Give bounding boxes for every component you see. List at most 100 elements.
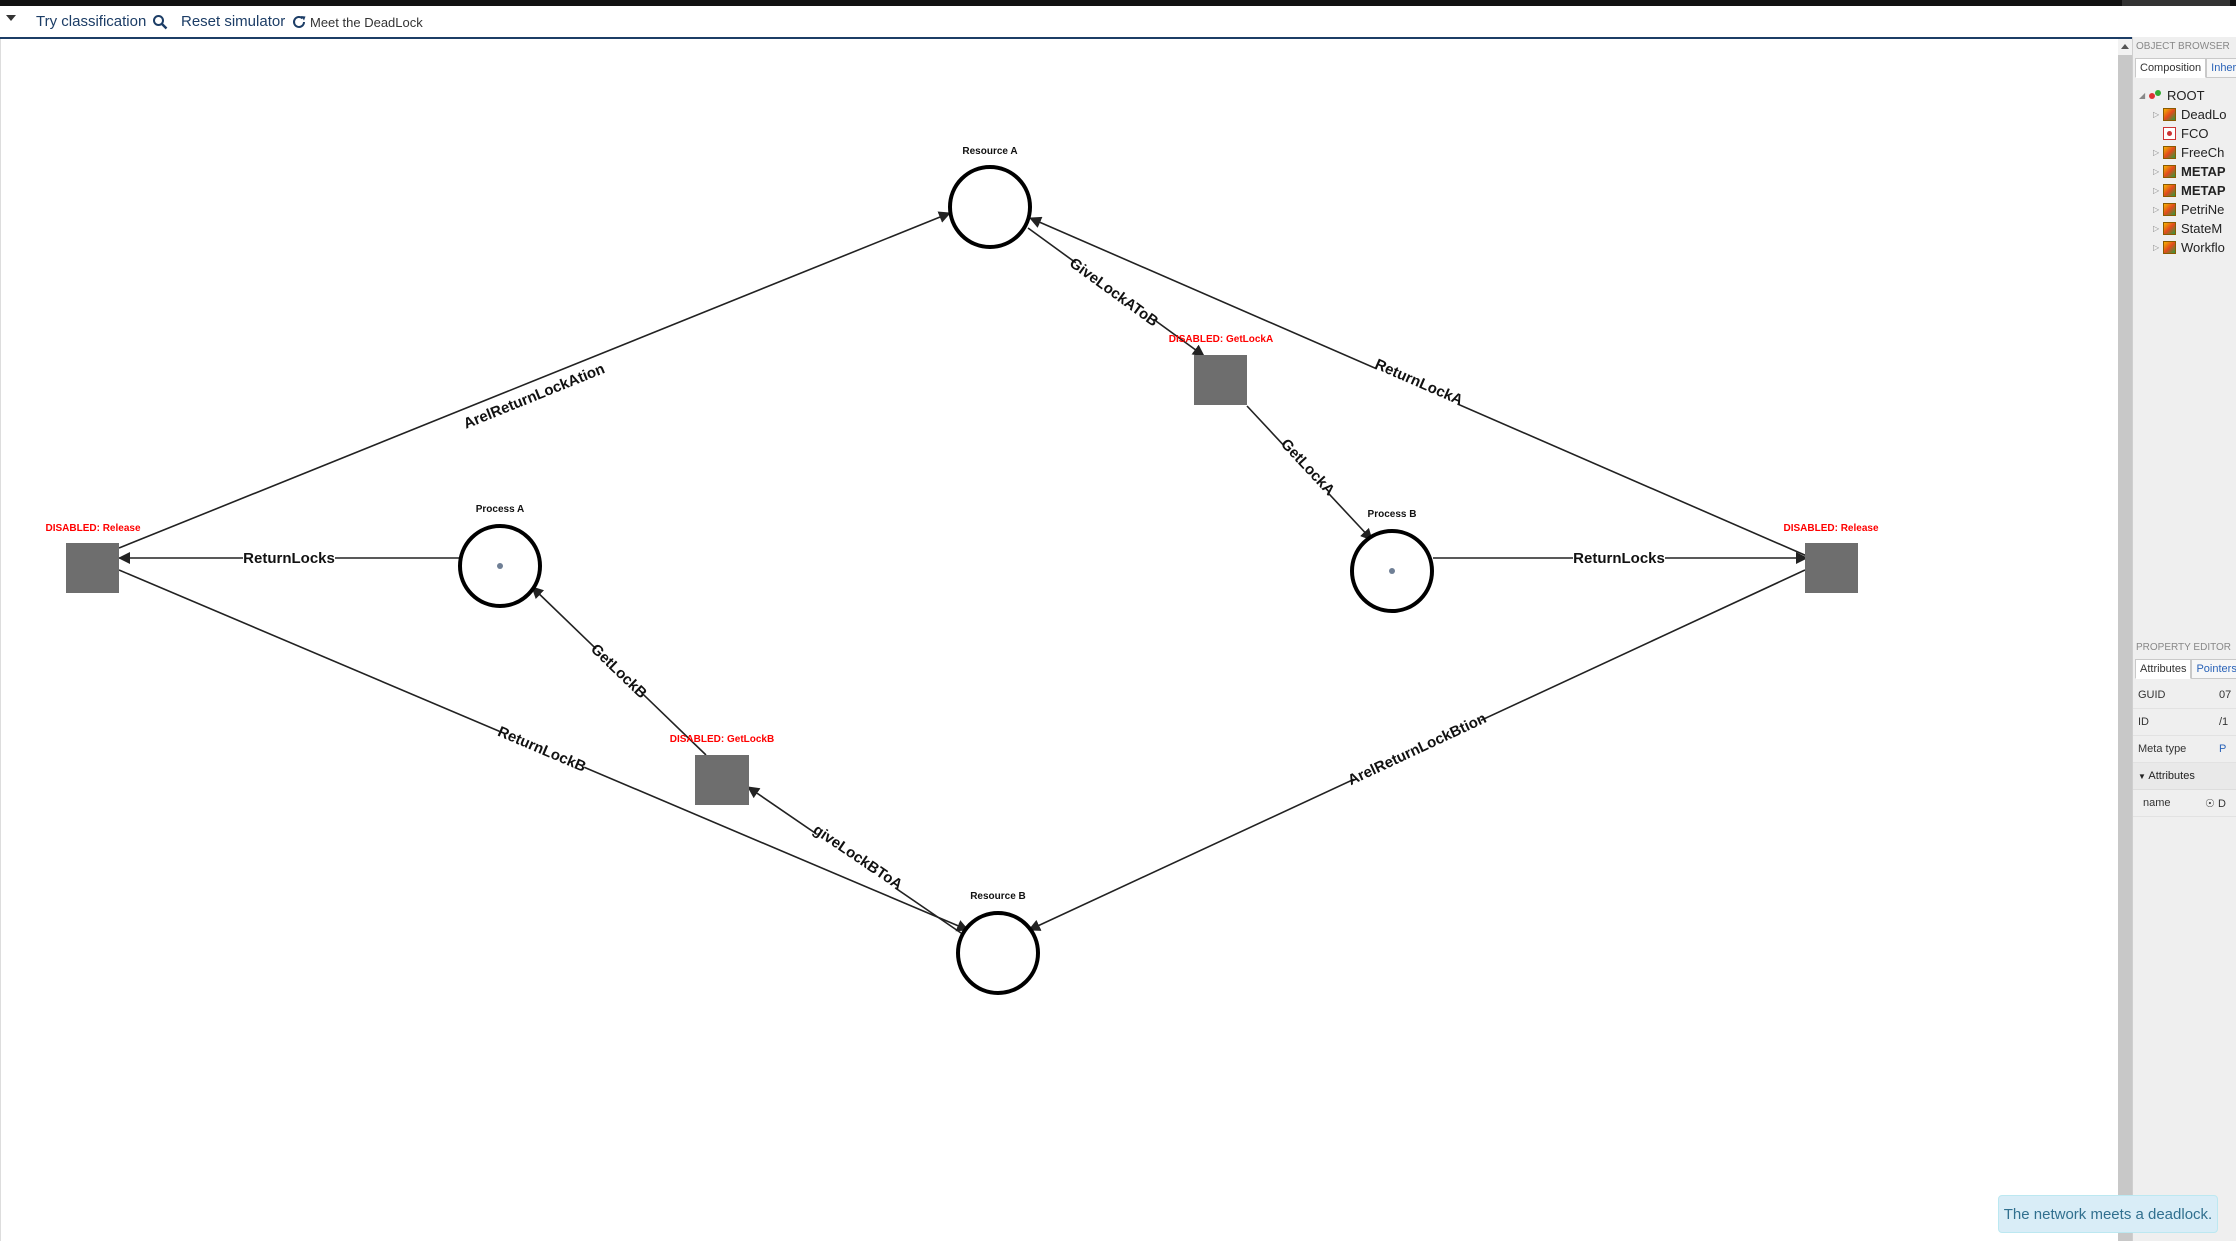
attributes-group-label: Attributes [2148,770,2195,782]
property-value: /1 [2219,716,2229,728]
tree-item[interactable]: ▷ FreeCh [2139,143,2236,162]
transition-release-right[interactable] [1805,543,1858,593]
place-label: Resource B [970,891,1026,902]
attributes-group[interactable]: ▼ Attributes [2133,763,2236,790]
transition-label: DISABLED: Release [1783,523,1878,534]
try-classification-button[interactable]: Try classification [36,13,168,30]
model-icon [2163,241,2176,254]
place-resource-a[interactable] [948,165,1032,249]
fco-icon [2163,127,2176,140]
root-icon [2149,89,2162,102]
chevron-down-icon: ▼ [2138,772,2146,781]
property-row-guid: GUID 07 [2133,682,2236,709]
transition-get-lock-b[interactable] [695,755,749,805]
expand-icon[interactable]: ▷ [2153,186,2163,195]
object-browser-title: OBJECT BROWSER [2136,41,2230,52]
tree-item[interactable]: ▷ PetriNe [2139,200,2236,219]
tree-item[interactable]: FCO [2139,124,2236,143]
tab-composition[interactable]: Composition [2135,58,2207,78]
tree-item-label: StateM [2181,221,2223,236]
model-title: Meet the DeadLock [310,15,423,30]
token-dot [1389,568,1395,574]
target-icon[interactable]: ☉ [2205,798,2215,810]
transition-release-left[interactable] [66,543,119,593]
tree-item-label: METAP [2181,164,2226,179]
petri-net-canvas[interactable]: ArelReturnLockAtion GiveLockAToB ReturnL… [0,39,2119,1241]
property-key: Meta type [2138,743,2187,755]
deadlock-notification[interactable]: The network meets a deadlock. [1998,1195,2218,1233]
expand-icon[interactable]: ▷ [2153,167,2163,176]
place-label: Process A [476,504,525,515]
place-label: Process B [1368,509,1417,520]
property-key: ID [2138,716,2149,728]
arc-label: GetLockA [1277,436,1338,500]
petri-net-diagram: ArelReturnLockAtion GiveLockAToB ReturnL… [45,146,1879,995]
tab-inheritance[interactable]: Inher [2206,58,2236,78]
property-row-name: name ☉ D [2133,790,2236,817]
tree-item-label: FreeCh [2181,145,2225,160]
transition-label: DISABLED: GetLockA [1169,334,1273,345]
property-value: 07 [2219,689,2232,701]
tree-item[interactable]: ▷ DeadLo [2139,105,2236,124]
arc-label: GiveLockAToB [1066,255,1161,331]
arc-label: ArelReturnLockAtion [461,360,607,432]
tree-item[interactable]: ▷ Workflo [2139,238,2236,257]
tree-item[interactable]: ▷ METAP [2139,181,2236,200]
expand-icon[interactable]: ▷ [2153,205,2163,214]
chevron-down-icon[interactable] [6,15,16,21]
object-browser-tabs: Composition Inher [2135,58,2236,78]
transition-label: DISABLED: GetLockB [670,734,774,745]
collapse-icon[interactable]: ◢ [2139,91,2149,100]
scroll-up-icon[interactable] [2118,39,2132,55]
try-classification-label: Try classification [36,13,147,30]
model-icon [2163,203,2176,216]
token-dot [497,563,503,569]
property-value[interactable]: P [2219,743,2226,755]
tab-attributes[interactable]: Attributes [2135,659,2192,679]
tree-item-label: Workflo [2181,240,2225,255]
side-panel: OBJECT BROWSER Composition Inher ◢ ROOT ▷… [2132,37,2236,1241]
reset-simulator-label: Reset simulator [181,13,286,30]
expand-icon[interactable]: ▷ [2153,243,2163,252]
place-resource-b[interactable] [956,911,1040,995]
model-icon [2163,165,2176,178]
property-editor-tabs: Attributes Pointers [2135,659,2236,679]
reset-simulator-button[interactable]: Reset simulator [181,13,307,30]
arc-label: ReturnLockA [1372,356,1465,409]
search-icon [153,14,168,29]
arc-line[interactable] [118,211,951,549]
tab-pointers[interactable]: Pointers [2191,659,2236,679]
expand-icon[interactable]: ▷ [2153,110,2163,119]
arc-label: ReturnLockB [495,723,588,776]
refresh-icon [293,15,306,28]
model-icon [2163,108,2176,121]
transition-get-lock-a[interactable] [1194,355,1247,405]
property-table: GUID 07 ID/1 Meta type P ▼ Attributes name… [2133,682,2236,817]
property-key: GUID [2138,689,2166,701]
transition-label: DISABLED: Release [45,523,140,534]
vertical-scrollbar[interactable] [2118,39,2132,1241]
arc-label: ReturnLocks [243,550,335,567]
model-icon [2163,222,2176,235]
property-row-id: ID/1 [2133,709,2236,736]
arc-label: GetLockB [587,641,650,703]
tree-item-label: ROOT [2167,88,2205,103]
tree-item-label: FCO [2181,126,2209,141]
place-label: Resource A [962,146,1017,157]
expand-icon[interactable]: ▷ [2153,224,2163,233]
window-controls[interactable] [2122,0,2230,6]
tree-item-label: DeadLo [2181,107,2227,122]
property-key: name [2143,797,2171,809]
property-row-meta-type: Meta type P [2133,736,2236,763]
arc-label: ArelReturnLockBtion [1345,710,1489,789]
tree-item-label: PetriNe [2181,202,2225,217]
model-icon [2163,184,2176,197]
tree-item-root[interactable]: ◢ ROOT [2139,86,2236,105]
object-tree: ◢ ROOT ▷ DeadLo FCO ▷ FreeCh ▷ METAP ▷ METAP … [2139,86,2236,257]
expand-icon[interactable]: ▷ [2153,148,2163,157]
property-value[interactable]: D [2218,798,2226,810]
tree-item[interactable]: ▷ METAP [2139,162,2236,181]
property-editor-title: PROPERTY EDITOR [2136,642,2232,653]
toolbar: Try classification Reset simulator Meet … [0,6,2132,39]
tree-item[interactable]: ▷ StateM [2139,219,2236,238]
